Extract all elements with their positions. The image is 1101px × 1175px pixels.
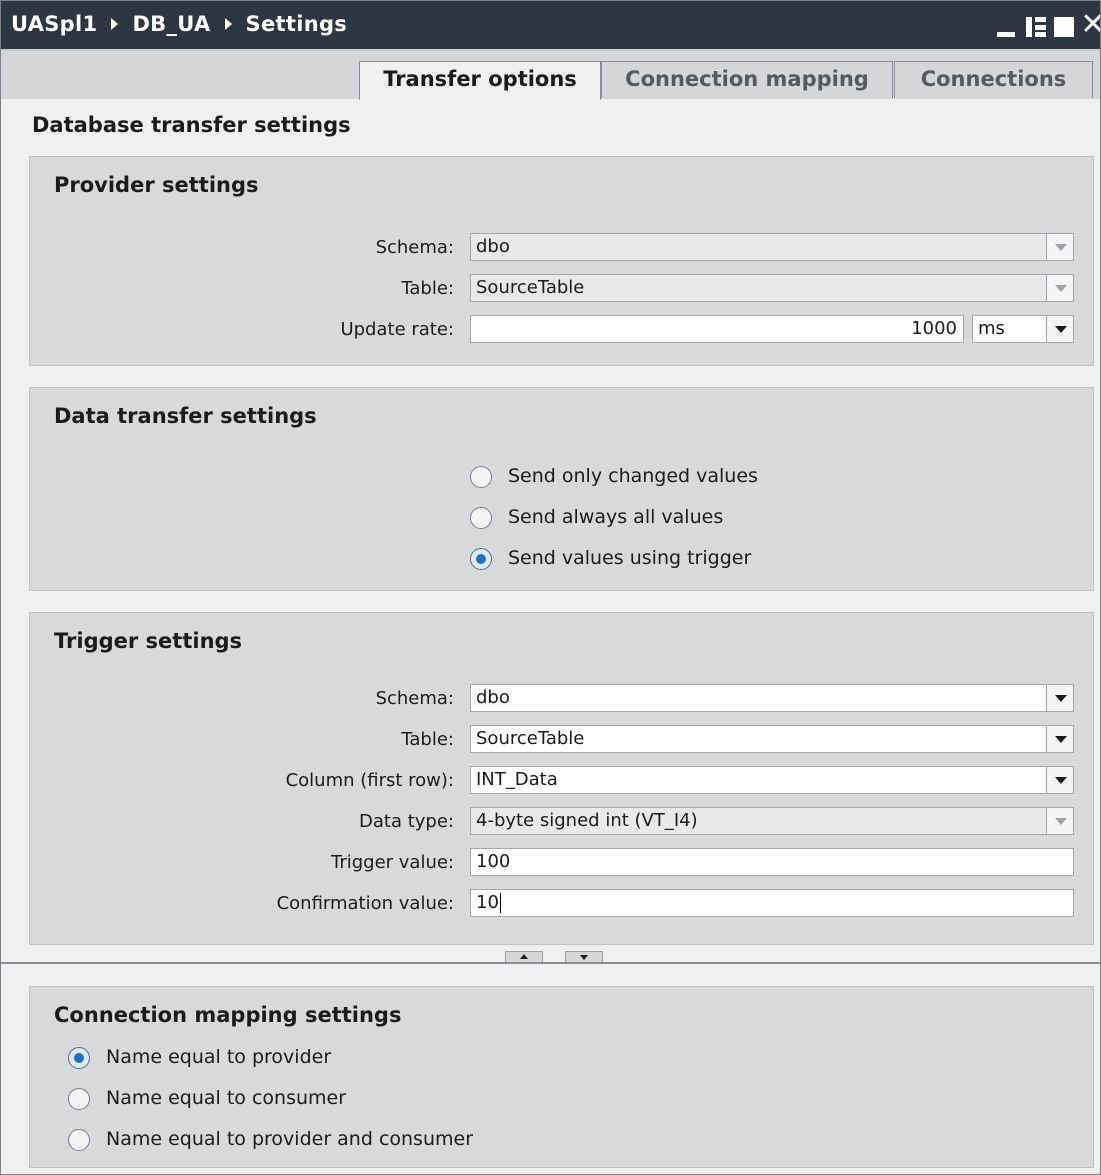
- trigger-schema-label: Schema:: [375, 688, 454, 709]
- trigger-value-input[interactable]: 100: [470, 848, 1074, 876]
- data-transfer-settings-group: Data transfer settings Send only changed…: [29, 387, 1094, 591]
- trigger-table-label: Table:: [401, 729, 454, 750]
- radio-label[interactable]: Name equal to provider and consumer: [106, 1128, 473, 1150]
- dropdown-value: INT_Data: [476, 769, 558, 790]
- minimize-icon[interactable]: [997, 32, 1015, 37]
- close-icon[interactable]: ✕: [1080, 10, 1100, 40]
- input-value: 10: [476, 892, 499, 913]
- section-title: Database transfer settings: [32, 113, 351, 137]
- radio-label[interactable]: Send values using trigger: [508, 547, 751, 569]
- radio-label[interactable]: Name equal to consumer: [106, 1087, 346, 1109]
- chevron-down-icon[interactable]: [1046, 726, 1073, 752]
- splitter-line[interactable]: [1, 962, 1100, 964]
- radio-circle-selected[interactable]: [470, 548, 492, 570]
- breadcrumb-arrow-icon: [111, 18, 119, 30]
- group-title: Trigger settings: [54, 629, 243, 653]
- settings-window: UASpl1 DB_UA Settings ✕ Transfer options C…: [0, 0, 1101, 1175]
- schema-label: Schema:: [375, 237, 454, 258]
- update-rate-unit-dropdown[interactable]: ms: [972, 315, 1074, 343]
- connection-mapping-settings-group: Connection mapping settings Name equal t…: [29, 986, 1094, 1168]
- chevron-down-icon[interactable]: [1046, 685, 1073, 711]
- dropdown-value: dbo: [476, 236, 510, 257]
- dropdown-value: dbo: [476, 687, 510, 708]
- radio-label[interactable]: Name equal to provider: [106, 1046, 331, 1068]
- dropdown-value: SourceTable: [476, 728, 585, 749]
- radio-label[interactable]: Send only changed values: [508, 465, 758, 487]
- provider-table-dropdown: SourceTable: [470, 274, 1074, 302]
- column-dropdown[interactable]: INT_Data: [470, 766, 1074, 794]
- tab-connections[interactable]: Connections: [894, 61, 1093, 98]
- chevron-down-icon: [1046, 808, 1073, 834]
- column-label: Column (first row):: [285, 770, 454, 791]
- tab-transfer-options[interactable]: Transfer options: [359, 61, 601, 100]
- radio-circle[interactable]: [470, 507, 492, 529]
- trigger-value-label: Trigger value:: [330, 852, 454, 873]
- data-type-dropdown: 4-byte signed int (VT_I4): [470, 807, 1074, 835]
- breadcrumb: UASpl1 DB_UA Settings: [11, 12, 347, 36]
- chevron-down-icon: [1046, 234, 1073, 260]
- tab-strip: Transfer options Connection mapping Conn…: [1, 49, 1100, 100]
- chevron-down-icon: [1046, 275, 1073, 301]
- title-bar: UASpl1 DB_UA Settings ✕: [1, 1, 1100, 49]
- radio-circle-selected[interactable]: [68, 1047, 90, 1069]
- float-window-icon[interactable]: [1026, 17, 1046, 37]
- breadcrumb-arrow-icon: [224, 18, 232, 30]
- trigger-settings-group: Trigger settings Schema: dbo Table: Sour…: [29, 612, 1094, 945]
- splitter[interactable]: [1, 946, 1100, 964]
- provider-schema-dropdown: dbo: [470, 233, 1074, 261]
- breadcrumb-item-settings: Settings: [245, 12, 348, 36]
- trigger-schema-dropdown[interactable]: dbo: [470, 684, 1074, 712]
- radio-circle[interactable]: [68, 1088, 90, 1110]
- radio-label[interactable]: Send always all values: [508, 506, 723, 528]
- chevron-down-icon[interactable]: [1046, 767, 1073, 793]
- update-rate-input[interactable]: 1000: [470, 315, 964, 343]
- breadcrumb-item-db[interactable]: DB_UA: [132, 12, 210, 36]
- group-title: Data transfer settings: [54, 404, 317, 428]
- group-title: Connection mapping settings: [54, 1003, 402, 1027]
- maximize-icon[interactable]: [1054, 17, 1074, 37]
- dropdown-value: 4-byte signed int (VT_I4): [476, 810, 698, 831]
- dropdown-value: ms: [978, 318, 1005, 339]
- confirmation-value-input[interactable]: 10: [470, 889, 1074, 917]
- group-title: Provider settings: [54, 173, 259, 197]
- tab-connection-mapping[interactable]: Connection mapping: [601, 61, 893, 98]
- update-rate-label: Update rate:: [340, 319, 454, 340]
- provider-settings-group: Provider settings Schema: dbo Table: Sou…: [29, 156, 1094, 366]
- chevron-down-icon[interactable]: [1046, 316, 1073, 342]
- table-label: Table:: [401, 278, 454, 299]
- dropdown-value: SourceTable: [476, 277, 585, 298]
- radio-circle[interactable]: [68, 1129, 90, 1151]
- radio-circle[interactable]: [470, 466, 492, 488]
- data-type-label: Data type:: [359, 811, 454, 832]
- text-caret: [499, 893, 501, 913]
- trigger-table-dropdown[interactable]: SourceTable: [470, 725, 1074, 753]
- confirmation-value-label: Confirmation value:: [276, 893, 454, 914]
- breadcrumb-item-project[interactable]: UASpl1: [11, 12, 97, 36]
